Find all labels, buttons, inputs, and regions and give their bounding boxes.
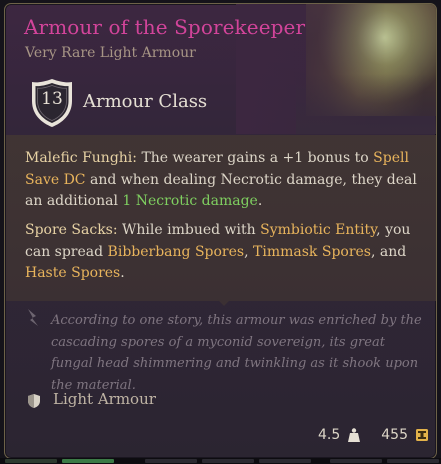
weight-icon bbox=[348, 428, 361, 442]
necrotic-damage-value: 1 Necrotic damage bbox=[122, 193, 258, 209]
item-rarity-type: Very Rare Light Armour bbox=[25, 45, 196, 61]
armour-class-badge: 13 bbox=[30, 77, 74, 129]
symbiotic-entity-link[interactable]: Symbiotic Entity bbox=[260, 222, 376, 238]
item-description: Malefic Funghi: The wearer gains a +1 bo… bbox=[6, 135, 436, 301]
lore-text: According to one story, this armour was … bbox=[51, 313, 422, 393]
light-armour-icon bbox=[28, 394, 40, 408]
timmask-spores-link[interactable]: Timmask Spores bbox=[253, 244, 371, 260]
ability-name: Malefic Funghi: bbox=[25, 150, 137, 166]
haste-spores-link[interactable]: Haste Spores bbox=[25, 265, 120, 281]
armour-class-label: Armour Class bbox=[83, 91, 208, 112]
item-footer: 4.5 455 bbox=[318, 424, 429, 446]
weight-value: 4.5 bbox=[318, 427, 341, 443]
ability-malefic-funghi: Malefic Funghi: The wearer gains a +1 bo… bbox=[25, 150, 417, 209]
item-name: Armour of the Sporekeeper bbox=[24, 15, 306, 39]
gold-value: 455 bbox=[381, 427, 408, 443]
gold-coin-icon bbox=[416, 429, 428, 441]
ability-spore-sacks: Spore Sacks: While imbued with Symbiotic… bbox=[25, 222, 411, 281]
armour-class-value: 13 bbox=[41, 89, 63, 109]
inventory-slot-strip bbox=[0, 458, 441, 464]
armour-category: Light Armour bbox=[53, 390, 156, 408]
section-divider bbox=[217, 299, 231, 306]
item-tooltip: Armour of the Sporekeeper Very Rare Ligh… bbox=[4, 3, 437, 459]
bibberbang-spores-link[interactable]: Bibberbang Spores bbox=[108, 244, 245, 260]
quill-icon bbox=[28, 309, 38, 326]
ability-name: Spore Sacks: bbox=[25, 222, 118, 238]
